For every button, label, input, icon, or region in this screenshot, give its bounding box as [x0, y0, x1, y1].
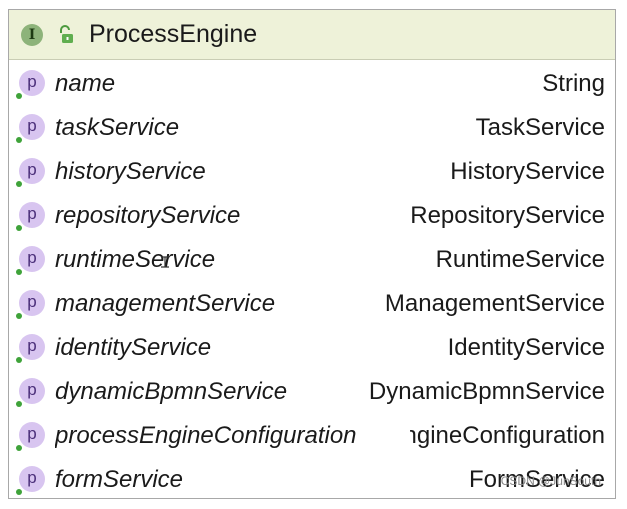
public-access-icon [16, 93, 22, 99]
field-type: HistoryService [450, 158, 605, 185]
field-name: repositoryService [55, 202, 241, 229]
open-lock-icon [60, 25, 73, 43]
public-access-icon [16, 489, 22, 495]
field-type: RepositoryService [410, 202, 605, 229]
public-access-icon [16, 445, 22, 451]
property-icon: p [19, 246, 45, 272]
public-access-icon [16, 401, 22, 407]
text-cursor-icon [161, 256, 169, 268]
structure-popup: I ProcessEngine p name String p taskServ… [8, 9, 616, 499]
property-icon: p [19, 114, 45, 140]
field-type: String [542, 70, 605, 97]
property-icon: p [19, 202, 45, 228]
field-name: runtimeService [55, 246, 216, 273]
property-icon: p [19, 70, 45, 96]
list-item[interactable]: p processEngineConfiguration ProcessEngi… [9, 413, 615, 457]
public-access-icon [16, 357, 22, 363]
field-name: historyService [55, 158, 206, 185]
field-type: ManagementService [384, 290, 605, 317]
public-access-icon [16, 225, 22, 231]
field-name: managementService [55, 290, 276, 317]
list-item[interactable]: p repositoryService RepositoryService [9, 193, 615, 237]
property-icon: p [19, 422, 45, 448]
list-item[interactable]: p taskService TaskService [9, 105, 615, 149]
field-name: formService [55, 466, 184, 493]
property-icon: p [19, 158, 45, 184]
list-item[interactable]: p managementService ManagementService [9, 281, 615, 325]
interface-icon: I [21, 24, 43, 46]
public-access-icon [16, 313, 22, 319]
class-title: ProcessEngine [89, 20, 258, 48]
list-item[interactable]: p runtimeService RuntimeService [9, 237, 615, 281]
public-access-icon [16, 269, 22, 275]
list-item[interactable]: p dynamicBpmnService DynamicBpmnService [9, 369, 615, 413]
list-item[interactable]: p name String [9, 61, 615, 105]
list-item[interactable]: p identityService IdentityService [9, 325, 615, 369]
property-icon: p [19, 290, 45, 316]
field-name: name [55, 70, 116, 97]
field-name: identityService [55, 334, 212, 361]
watermark: CSDN @JunSouth [500, 474, 601, 488]
property-icon: p [19, 466, 45, 492]
field-name: processEngineConfiguration [55, 422, 357, 449]
field-type: TaskService [475, 114, 605, 141]
public-access-icon [16, 181, 22, 187]
field-type: ProcessEngineConfiguration [410, 422, 605, 449]
field-name: dynamicBpmnService [55, 378, 288, 405]
field-type: DynamicBpmnService [368, 378, 605, 405]
field-name: taskService [55, 114, 180, 141]
property-icon: p [19, 378, 45, 404]
property-icon: p [19, 334, 45, 360]
field-list: p name String p taskService TaskService … [9, 61, 615, 498]
list-item[interactable]: p historyService HistoryService [9, 149, 615, 193]
field-type: IdentityService [447, 334, 605, 361]
public-access-icon [16, 137, 22, 143]
popup-header: I ProcessEngine [9, 10, 615, 60]
field-type: RuntimeService [435, 246, 605, 273]
